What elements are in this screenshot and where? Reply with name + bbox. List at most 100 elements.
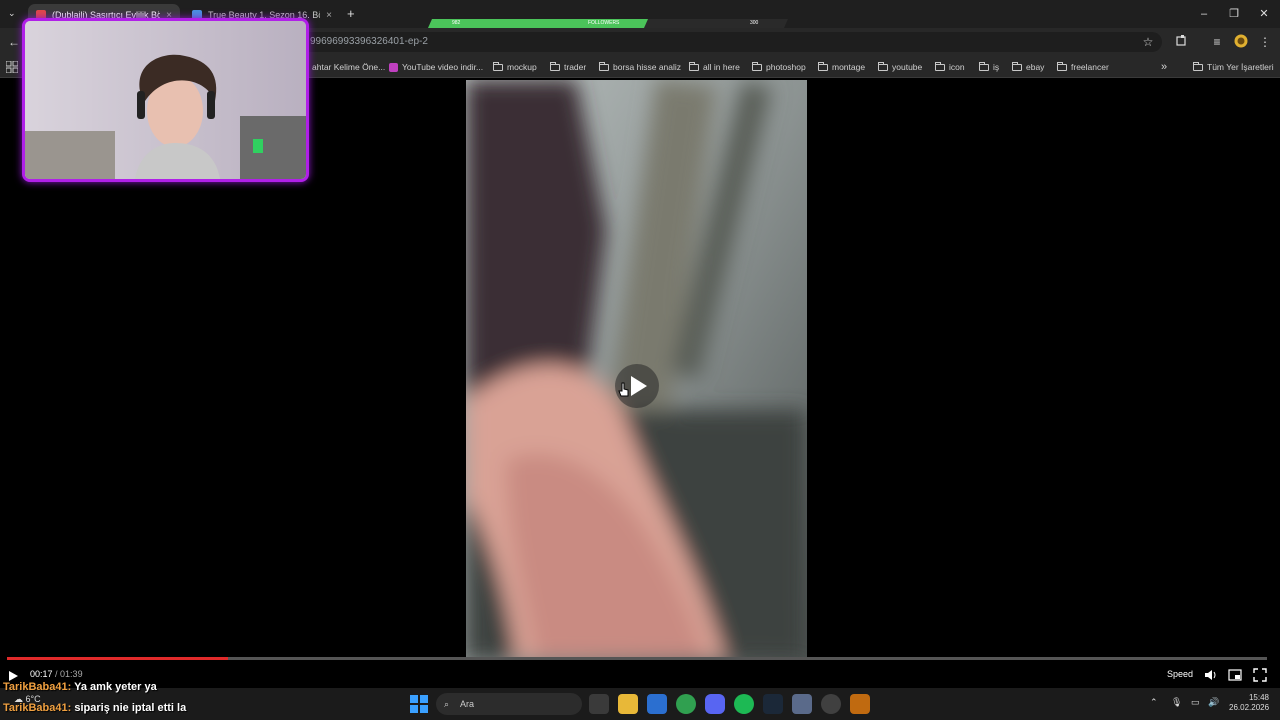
folder-icon: [752, 61, 762, 71]
folder-icon: [1057, 61, 1067, 71]
minimize-icon[interactable]: –: [1194, 6, 1214, 22]
clock[interactable]: 15:48 26.02.2026: [1229, 693, 1269, 713]
network-icon[interactable]: ▭: [1191, 697, 1200, 708]
bookmark-folder[interactable]: ebay: [1012, 60, 1044, 74]
followers-count: 982: [452, 20, 461, 26]
folder-icon: [599, 61, 609, 71]
clock-date: 26.02.2026: [1229, 703, 1270, 712]
bookmark-label: icon: [949, 62, 965, 72]
tab-search-chevron-icon[interactable]: ⌄: [8, 8, 16, 19]
volume-icon[interactable]: [1204, 668, 1218, 682]
bookmark-label: all in here: [703, 62, 740, 72]
bookmark-label: montage: [832, 62, 866, 72]
bookmark-folder[interactable]: mockup: [493, 60, 537, 74]
microphone-icon[interactable]: 🎙: [1171, 697, 1182, 708]
chat-text: sipariş nie iptal etti la: [74, 702, 187, 714]
task-view-icon[interactable]: [589, 694, 609, 714]
folder-icon: [493, 61, 503, 71]
bookmark-label: photoshop: [766, 62, 806, 72]
microsoft-store-icon[interactable]: [647, 694, 667, 714]
youtube-downloader-icon: [389, 62, 398, 72]
bookmark-folder[interactable]: iş: [979, 60, 999, 74]
bookmark-label: mockup: [507, 62, 537, 72]
app-icon[interactable]: [850, 694, 870, 714]
chat-username: TarikBaba41:: [3, 702, 72, 714]
webcam-overlay: [22, 18, 309, 182]
speaker-icon[interactable]: 🔊: [1208, 697, 1219, 708]
bookmark-label: trader: [564, 62, 587, 72]
bookmark-label: borsa hisse analiz: [613, 62, 682, 72]
time-display: 00:17 / 01:39: [30, 669, 83, 679]
speed-button[interactable]: Speed: [1167, 669, 1193, 679]
search-placeholder: Ara: [460, 699, 475, 709]
bookmark-label: freelancer: [1071, 62, 1109, 72]
search-icon: ⌕: [444, 699, 450, 709]
folder-icon: [979, 61, 989, 71]
folder-icon: [878, 61, 888, 71]
app-icon[interactable]: [792, 694, 812, 714]
apps-grid-icon[interactable]: [5, 60, 20, 74]
bookmark-folder[interactable]: borsa hisse analiz: [599, 60, 681, 74]
folder-icon: [1193, 61, 1203, 71]
webcam-image: [25, 21, 306, 179]
bookmark-label: youtube: [892, 62, 923, 72]
bookmark-folder[interactable]: youtube: [878, 60, 922, 74]
chat-username: TarikBaba41:: [3, 681, 72, 693]
new-tab-button[interactable]: +: [347, 6, 355, 21]
back-arrow-icon[interactable]: ←: [6, 34, 22, 50]
obs-icon[interactable]: [821, 694, 841, 714]
taskbar-search[interactable]: ⌕ Ara: [436, 693, 582, 715]
bookmark-folder[interactable]: icon: [935, 60, 965, 74]
chrome-icon[interactable]: [676, 694, 696, 714]
tray-chevron-icon[interactable]: ⌃: [1150, 697, 1158, 708]
play-icon[interactable]: [7, 669, 19, 681]
bookmark-folder[interactable]: photoshop: [752, 60, 806, 74]
close-window-icon[interactable]: ✕: [1254, 6, 1274, 22]
profile-avatar-icon[interactable]: [1233, 34, 1249, 50]
folder-icon: [818, 61, 828, 71]
url-text: 99696993396326401-ep-2: [310, 36, 428, 47]
chat-message: TarikBaba41: Ya amk yeter ya: [3, 681, 157, 693]
bookmark-folder[interactable]: montage: [818, 60, 865, 74]
fullscreen-icon[interactable]: [1253, 668, 1267, 682]
spotify-icon[interactable]: [734, 694, 754, 714]
bookmark-folder[interactable]: all in here: [689, 60, 740, 74]
tab-close-icon[interactable]: ×: [326, 10, 332, 21]
duration: 01:39: [60, 669, 83, 679]
restore-icon[interactable]: ❐: [1224, 6, 1244, 22]
bookmark-item[interactable]: ahtar Kelime Öne...: [312, 60, 385, 74]
extensions-icon[interactable]: [1174, 34, 1190, 50]
bookmark-label: iş: [993, 62, 1000, 72]
folder-icon: [689, 61, 699, 71]
windows-taskbar: [0, 688, 1280, 720]
media-controls-icon[interactable]: ≡: [1209, 34, 1225, 50]
bookmark-folder[interactable]: freelancer: [1057, 60, 1109, 74]
time-separator: /: [52, 669, 61, 679]
file-explorer-icon[interactable]: [618, 694, 638, 714]
bookmark-label: YouTube video indir...: [402, 62, 484, 72]
all-bookmarks-folder[interactable]: Tüm Yer İşaretleri: [1193, 60, 1274, 74]
chat-text: Ya amk yeter ya: [74, 681, 157, 693]
progress-played: [7, 657, 228, 660]
bookmarks-overflow-icon[interactable]: »: [1161, 60, 1167, 74]
windows-start-icon[interactable]: [410, 695, 428, 713]
bookmark-label: ahtar Kelime Öne...: [312, 62, 386, 72]
browser-menu-icon[interactable]: ⋮: [1257, 34, 1273, 50]
clock-time: 15:48: [1248, 693, 1269, 702]
bookmark-star-icon[interactable]: ☆: [1140, 34, 1156, 50]
current-time: 00:17: [30, 669, 53, 679]
address-bar[interactable]: 99696993396326401-ep-2: [300, 32, 1162, 52]
bookmark-folder[interactable]: trader: [550, 60, 586, 74]
picture-in-picture-icon[interactable]: [1228, 668, 1242, 682]
folder-icon: [1012, 61, 1022, 71]
followers-goal: 300: [750, 20, 759, 26]
chat-message: TarikBaba41: sipariş nie iptal etti la: [3, 702, 186, 714]
bookmark-label: Tüm Yer İşaretleri: [1207, 62, 1274, 72]
bookmark-label: ebay: [1026, 62, 1045, 72]
hand-cursor-icon: [618, 382, 630, 398]
bookmark-item[interactable]: YouTube video indir...: [389, 60, 483, 74]
followers-goal-bar: 982 FOLLOWERS 300: [428, 19, 788, 28]
discord-icon[interactable]: [705, 694, 725, 714]
steam-icon[interactable]: [763, 694, 783, 714]
folder-icon: [935, 61, 945, 71]
